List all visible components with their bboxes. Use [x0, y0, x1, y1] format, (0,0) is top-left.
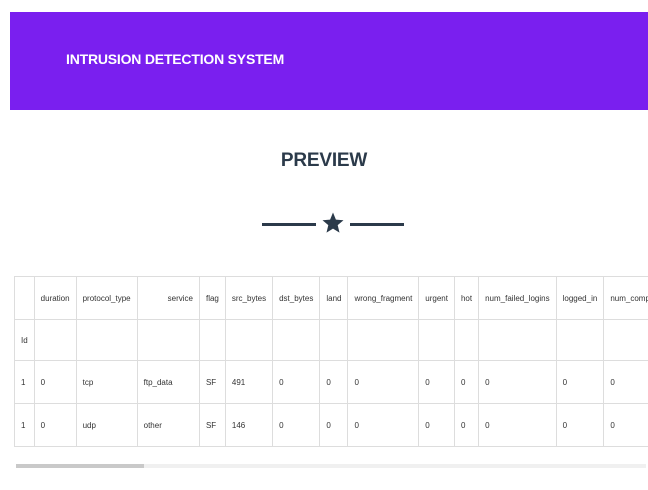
- divider-line-left: [262, 223, 316, 226]
- star-icon: [322, 212, 344, 233]
- table-cell: 0: [347, 403, 420, 447]
- table-cell: 0: [319, 403, 349, 447]
- table-cell: 1: [14, 403, 35, 447]
- column-header: num_failed_logins: [478, 276, 557, 320]
- index-label-row: Id: [14, 319, 648, 361]
- top-navbar: INTRUSION DETECTION SYSTEM: [10, 12, 648, 110]
- table-cell: other: [136, 403, 200, 447]
- column-header: wrong_fragment: [347, 276, 420, 320]
- brand-title[interactable]: INTRUSION DETECTION SYSTEM: [66, 51, 284, 67]
- table-cell: 146: [224, 403, 274, 447]
- column-header: hot: [453, 276, 480, 320]
- column-header: logged_in: [555, 276, 605, 320]
- table-cell: 0: [418, 403, 455, 447]
- table-cell: 0: [478, 360, 557, 404]
- table-cell: 0: [272, 360, 321, 404]
- horizontal-scrollbar[interactable]: [16, 464, 646, 468]
- column-header: service: [136, 276, 200, 320]
- scrollbar-thumb[interactable]: [16, 464, 144, 468]
- table-cell: 0: [555, 403, 605, 447]
- table-cell: 0: [453, 403, 480, 447]
- table-cell: 0: [347, 360, 420, 404]
- table-cell: tcp: [75, 360, 138, 404]
- table-cell: SF: [198, 403, 226, 447]
- column-header: flag: [198, 276, 226, 320]
- column-header: num_comprom: [603, 276, 648, 320]
- data-preview-table-container[interactable]: duration protocol_type service flag src_…: [14, 276, 648, 466]
- table-cell: ftp_data: [136, 360, 200, 404]
- column-header: [14, 276, 35, 320]
- page: INTRUSION DETECTION SYSTEM PREVIEW durat…: [0, 0, 648, 490]
- column-header: src_bytes: [224, 276, 274, 320]
- table-header-row: duration protocol_type service flag src_…: [14, 276, 648, 320]
- column-header: dst_bytes: [272, 276, 321, 320]
- index-label: Id: [14, 319, 35, 361]
- table-cell: udp: [75, 403, 138, 447]
- column-header: land: [319, 276, 349, 320]
- table-row: 1 0 udp other SF 146 0 0 0 0 0 0 0 0: [14, 403, 648, 447]
- table-cell: 0: [319, 360, 349, 404]
- column-header: urgent: [418, 276, 455, 320]
- data-preview-table: duration protocol_type service flag src_…: [14, 276, 648, 447]
- page-title: PREVIEW: [280, 150, 368, 171]
- column-header: duration: [33, 276, 77, 320]
- table-cell: SF: [198, 360, 226, 404]
- column-header: protocol_type: [75, 276, 138, 320]
- table-cell: 491: [224, 360, 274, 404]
- table-cell: 0: [272, 403, 321, 447]
- table-cell: 0: [33, 360, 77, 404]
- table-cell: 0: [555, 360, 605, 404]
- table-cell: 0: [418, 360, 455, 404]
- table-cell: 0: [33, 403, 77, 447]
- title-divider: [262, 209, 404, 239]
- table-cell: 0: [603, 403, 648, 447]
- table-row: 1 0 tcp ftp_data SF 491 0 0 0 0 0 0 0 0: [14, 360, 648, 404]
- table-cell: 0: [453, 360, 480, 404]
- table-cell: 1: [14, 360, 35, 404]
- table-cell: 0: [603, 360, 648, 404]
- table-cell: 0: [478, 403, 557, 447]
- divider-line-right: [350, 223, 404, 226]
